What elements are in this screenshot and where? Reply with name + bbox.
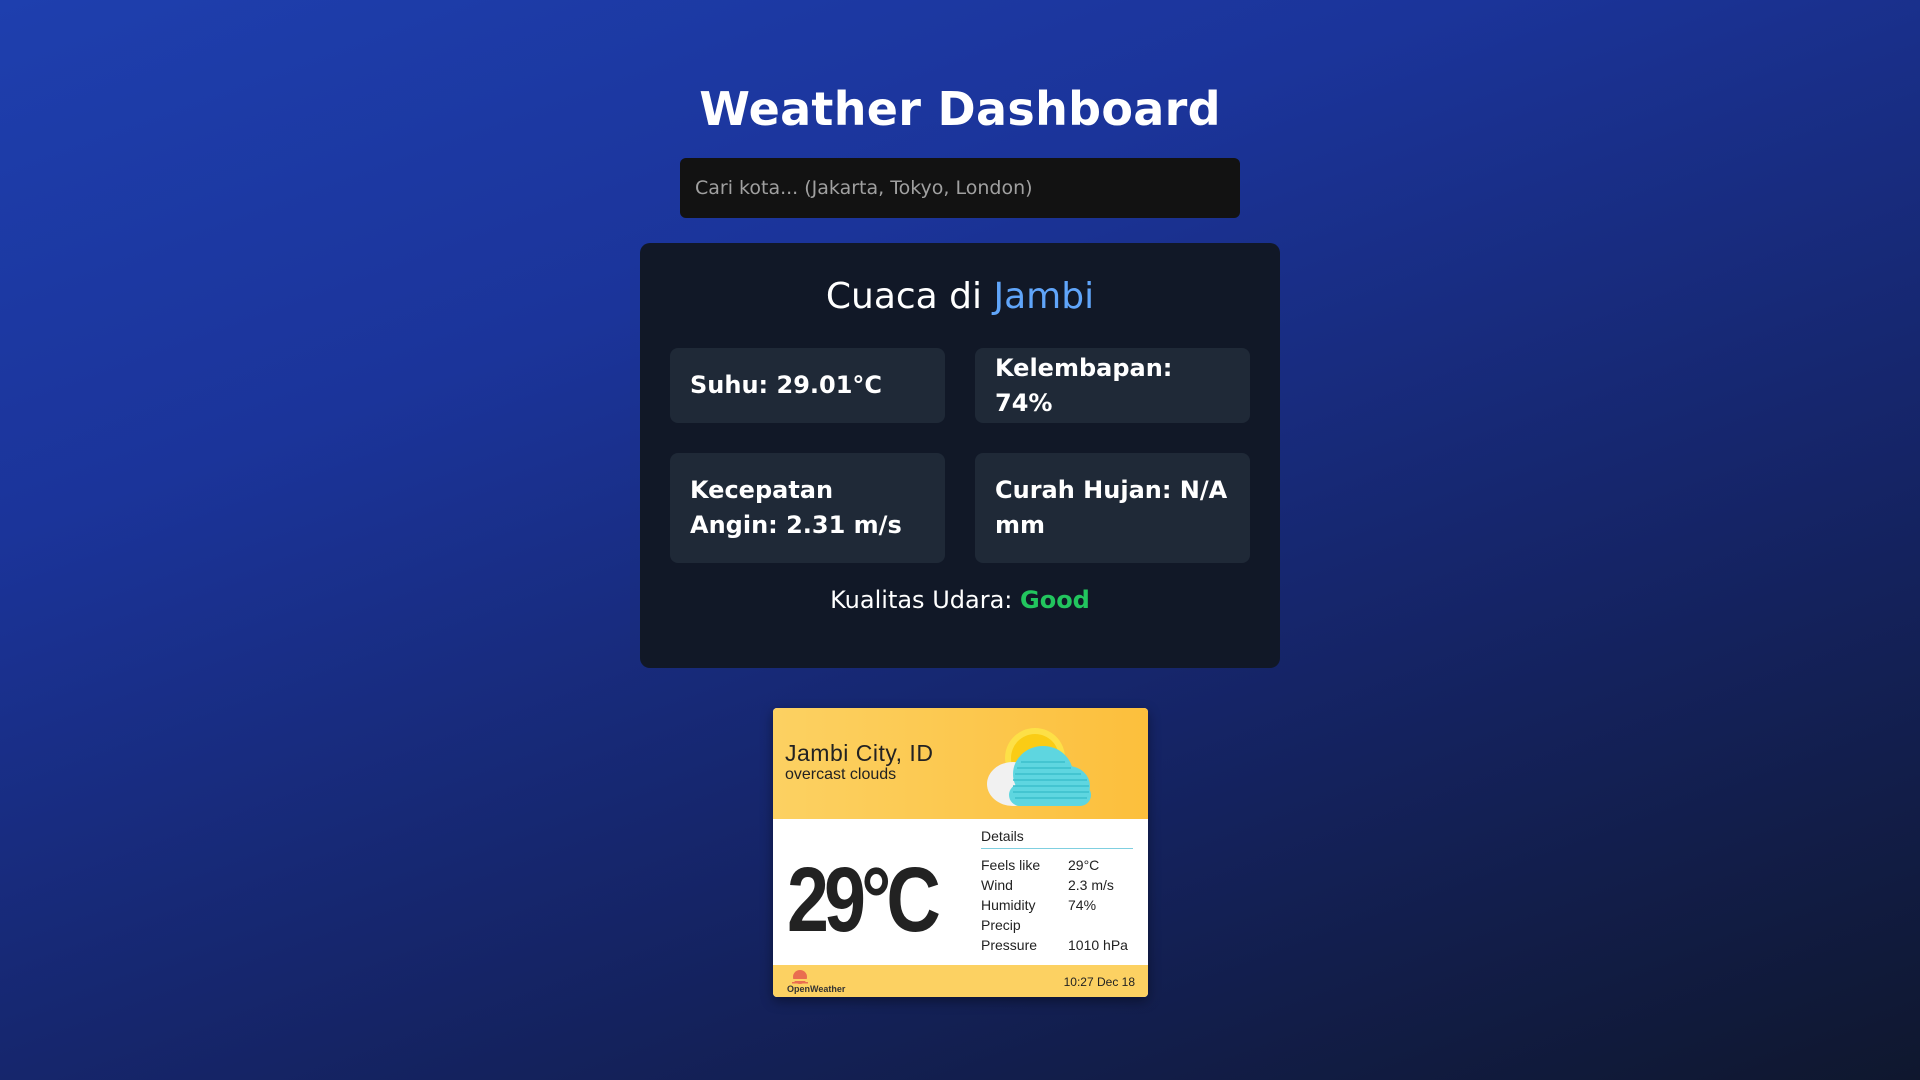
widget-timestamp: 10:27 Dec 18 — [1063, 975, 1135, 989]
widget-description: overcast clouds — [785, 766, 897, 783]
detail-row-pressure: Pressure 1010 hPa — [981, 935, 1133, 955]
widget-temperature: 29°C — [787, 849, 941, 951]
detail-row-precip: Precip — [981, 915, 1133, 935]
widget-details: Details Feels like 29°C Wind 2.3 m/s Hum… — [981, 828, 1133, 955]
openweather-logo-icon — [790, 970, 810, 984]
sun-behind-cloud-icon — [987, 728, 1091, 806]
detail-label: Pressure — [981, 937, 1038, 953]
openweather-brand[interactable]: OpenWeather — [787, 984, 845, 994]
detail-value: 1010 hPa — [1068, 937, 1128, 953]
detail-label: Wind — [981, 877, 1013, 893]
detail-row-wind: Wind 2.3 m/s — [981, 875, 1133, 895]
heading-prefix: Cuaca di — [825, 276, 983, 317]
widget-header: Jambi City, ID overcast clouds — [773, 708, 1148, 819]
humidity-text: Kelembapan: 74% — [995, 353, 1173, 417]
temperature-text: Suhu: 29.01°C — [690, 371, 883, 399]
rainfall-stat: Curah Hujan: N/A mm — [975, 453, 1250, 563]
card-heading: Cuaca di Jambi — [640, 276, 1280, 317]
detail-value: 2.3 m/s — [1068, 877, 1114, 893]
detail-row-humidity: Humidity 74% — [981, 895, 1133, 915]
detail-value: 29°C — [1068, 857, 1100, 873]
humidity-stat: Kelembapan: 74% — [975, 348, 1250, 423]
detail-label: Humidity — [981, 897, 1036, 913]
weather-card: Cuaca di Jambi Suhu: 29.01°C Kelembapan:… — [640, 243, 1280, 668]
air-quality-label: Kualitas Udara: — [830, 586, 1013, 614]
detail-label: Precip — [981, 917, 1021, 933]
widget-city: Jambi City, ID — [785, 740, 934, 766]
temperature-stat: Suhu: 29.01°C — [670, 348, 945, 423]
wind-speed-text: Kecepatan Angin: 2.31 m/s — [690, 476, 902, 539]
widget-footer: OpenWeather 10:27 Dec 18 — [773, 965, 1148, 997]
detail-row-feels-like: Feels like 29°C — [981, 855, 1133, 875]
detail-label: Feels like — [981, 857, 1041, 873]
detail-value: 74% — [1068, 897, 1097, 913]
air-quality-value: Good — [1020, 586, 1090, 614]
openweather-widget[interactable]: Jambi City, ID overcast clouds 29°C Deta… — [773, 708, 1148, 997]
wind-speed-stat: Kecepatan Angin: 2.31 m/s — [670, 453, 945, 563]
details-title: Details — [981, 828, 1133, 849]
rainfall-text: Curah Hujan: N/A mm — [995, 476, 1228, 539]
page-title: Weather Dashboard — [699, 82, 1221, 136]
air-quality: Kualitas Udara: Good — [640, 586, 1280, 614]
city-search-input[interactable] — [680, 158, 1240, 218]
city-name: Jambi — [993, 276, 1095, 317]
